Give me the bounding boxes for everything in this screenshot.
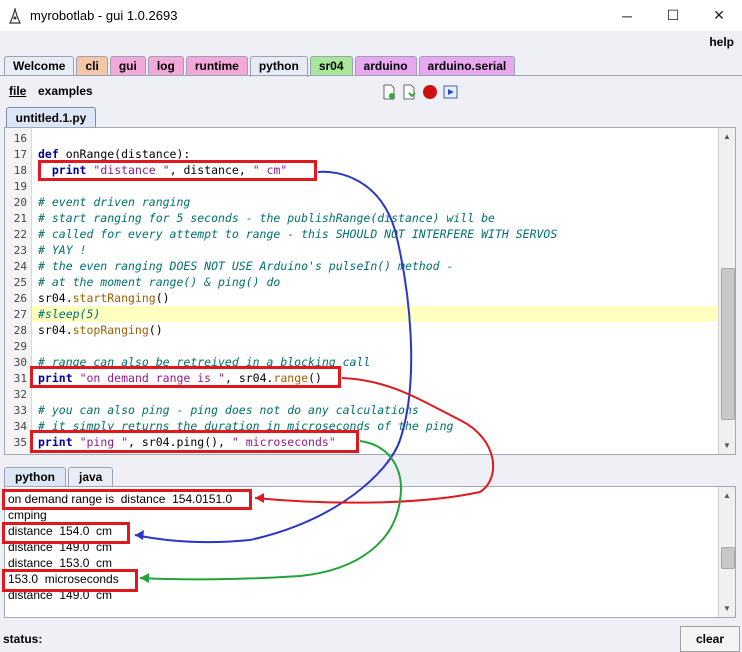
red-arrowhead (255, 493, 264, 503)
annotation-arrows (134, 170, 494, 583)
blue-arrowhead (135, 530, 144, 540)
green-arrowhead (140, 573, 149, 583)
green-arrow (139, 440, 402, 581)
red-arrow (254, 377, 494, 504)
blue-arrow (134, 170, 413, 544)
